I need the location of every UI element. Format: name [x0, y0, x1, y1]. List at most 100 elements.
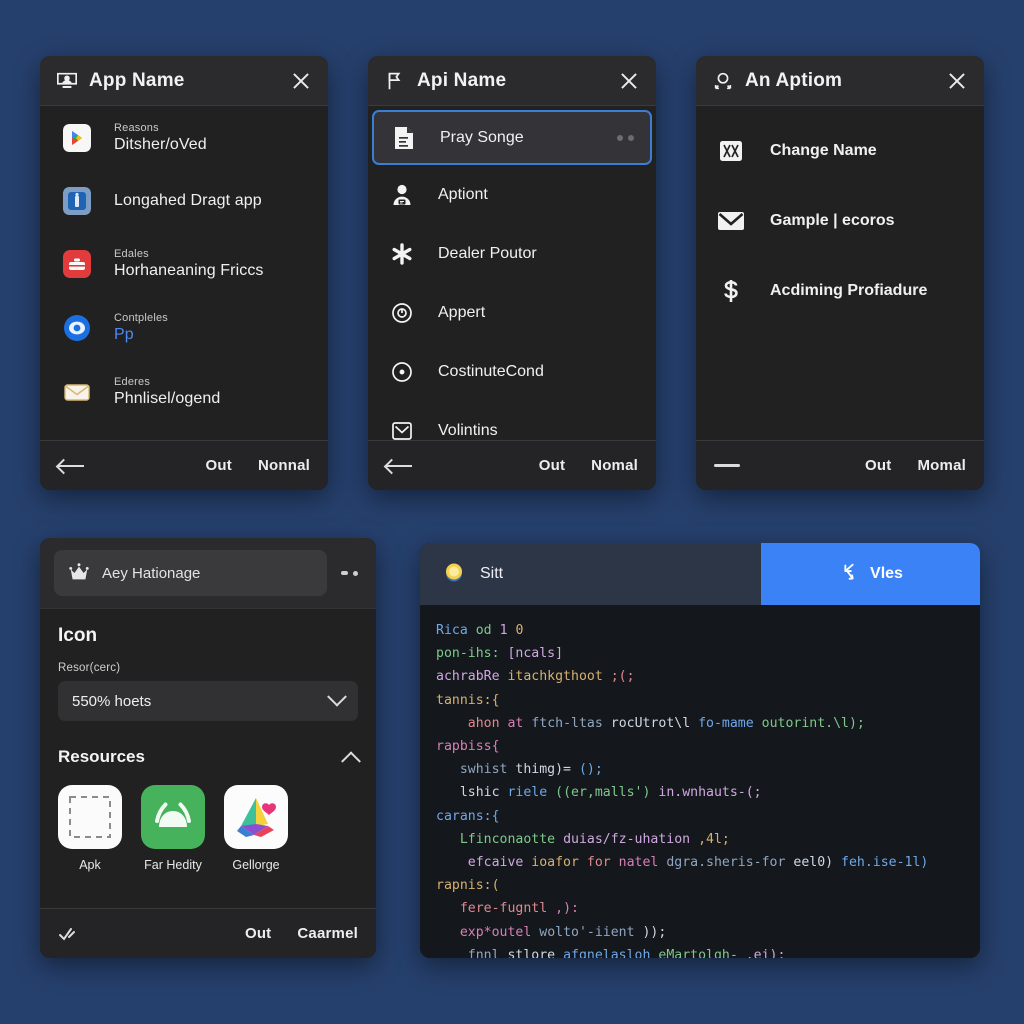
api-name-panel: Api Name Pray Songe Aptiont Dealer Pouto…: [368, 56, 656, 490]
api-name-panel-header: Api Name: [368, 56, 656, 106]
checkmark-icon[interactable]: [58, 926, 82, 942]
list-item[interactable]: CostinuteCond: [368, 342, 656, 401]
resource-tile-caption: Far Hedity: [144, 858, 202, 872]
list-item-subtitle: Edales: [114, 248, 149, 260]
search-input[interactable]: Aey Hationage: [54, 550, 327, 596]
flag-icon: [384, 70, 406, 92]
resource-tile[interactable]: Gellorge: [224, 785, 288, 872]
list-item[interactable]: Longahed Dragt app: [40, 170, 328, 232]
an-aptiom-panel-header: An Aptiom: [696, 56, 984, 106]
out-button[interactable]: Out: [539, 457, 565, 474]
vles-button-label: Vles: [870, 565, 903, 582]
list-item-subtitle: Ederes: [114, 376, 151, 388]
resource-tile-caption: Gellorge: [232, 858, 280, 872]
more-options-icon[interactable]: [341, 570, 358, 576]
panel-title: App Name: [89, 69, 185, 91]
screen-root: App Name Reasons Ditsher/oVed Longahed D…: [0, 0, 1024, 1024]
nomal-button[interactable]: Nomal: [591, 457, 638, 474]
list-item[interactable]: Contpleles Pp: [40, 296, 328, 360]
detail-panel-header: Aey Hationage: [40, 538, 376, 609]
vles-button[interactable]: Vles: [761, 543, 980, 605]
colorful-prism-icon: [224, 785, 288, 849]
two-dots-icon[interactable]: [617, 134, 634, 141]
search-input-value: Aey Hationage: [102, 564, 201, 582]
list-item-label: CostinuteCond: [438, 362, 544, 380]
cancel-button[interactable]: Caarmel: [297, 925, 358, 942]
resource-tile-caption: Apk: [79, 858, 101, 872]
list-item-label: Aptiont: [438, 185, 488, 203]
dash-icon[interactable]: [714, 464, 740, 467]
target-ring-icon: [388, 302, 416, 324]
api-name-panel-footer: Out Nomal: [368, 440, 656, 490]
detail-panel: Aey Hationage Icon Resor(cerc) 550% hoet…: [40, 538, 376, 958]
out-button[interactable]: Out: [206, 457, 232, 474]
list-item-label: Volintins: [438, 421, 498, 439]
list-item[interactable]: Ederes Phnlisel/ogend: [40, 360, 328, 424]
an-aptiom-panel: An Aptiom Change Name Gample | ecoros Ac…: [696, 56, 984, 490]
app-name-panel-header: App Name: [40, 56, 328, 106]
list-item-selected[interactable]: Pray Songe: [372, 110, 652, 165]
resource-tile[interactable]: Apk: [58, 785, 122, 872]
list-item-label: Appert: [438, 303, 486, 321]
dot-circle-icon: [388, 361, 416, 383]
close-icon[interactable]: [290, 70, 312, 92]
list-item-label: Pp: [114, 326, 134, 343]
list-item-subtitle: Contpleles: [114, 312, 168, 324]
mail-icon: [716, 210, 746, 232]
list-item-label: Ditsher/oVed: [114, 136, 207, 153]
list-item[interactable]: Appert: [368, 283, 656, 342]
list-item[interactable]: Acdiming Profiadure: [696, 256, 984, 326]
list-item[interactable]: Edales Horhaneaning Friccs: [40, 232, 328, 296]
back-arrow-icon[interactable]: [58, 458, 84, 474]
out-button[interactable]: Out: [865, 457, 891, 474]
resolution-select[interactable]: 550% hoets: [58, 681, 358, 721]
shuffle-box-icon: [716, 138, 746, 164]
code-panel-title: Sitt: [480, 565, 504, 582]
list-item[interactable]: Change Name: [696, 116, 984, 186]
list-item-label: Change Name: [770, 142, 877, 159]
detail-panel-footer: Out Caarmel: [40, 908, 376, 958]
code-panel-header: Sitt Vles: [420, 543, 980, 605]
list-item[interactable]: Reasons Ditsher/oVed: [40, 106, 328, 170]
user-swap-icon: [712, 70, 734, 92]
list-item-label: Phnlisel/ogend: [114, 390, 221, 407]
momal-button[interactable]: Momal: [917, 457, 966, 474]
field-label: Resor(cerc): [58, 662, 121, 674]
list-item-label: Pray Songe: [440, 128, 524, 146]
back-arrow-icon[interactable]: [386, 458, 412, 474]
app-name-list: Reasons Ditsher/oVed Longahed Dragt app: [40, 106, 328, 440]
an-aptiom-list: Change Name Gample | ecoros Acdiming Pro…: [696, 106, 984, 440]
person-badge-icon: [388, 183, 416, 207]
out-button[interactable]: Out: [245, 925, 271, 942]
code-panel-title-area: Sitt: [420, 543, 761, 605]
list-item-subtitle: Reasons: [114, 122, 159, 134]
bluebox-icon: [62, 187, 92, 215]
dashed-placeholder-icon: [58, 785, 122, 849]
detail-panel-body: Icon Resor(cerc) 550% hoets Resources Ap…: [40, 609, 376, 908]
list-item[interactable]: Volintins: [368, 401, 656, 440]
crown-icon: [68, 562, 90, 584]
close-icon[interactable]: [946, 70, 968, 92]
list-item-label: Acdiming Profiadure: [770, 282, 928, 299]
list-item[interactable]: Dealer Poutor: [368, 224, 656, 283]
list-item-label: Dealer Poutor: [438, 244, 537, 262]
chevron-up-icon: [341, 751, 361, 772]
list-item[interactable]: Aptiont: [368, 165, 656, 224]
list-item[interactable]: Gample | ecoros: [696, 186, 984, 256]
chevron-down-icon: [327, 686, 347, 707]
list-item-label: Longahed Dragt app: [114, 192, 262, 209]
play-store-icon: [62, 124, 92, 152]
document-icon: [390, 126, 418, 150]
panel-title: Api Name: [417, 69, 507, 91]
resource-tiles: Apk Far Hedity Gellorge: [58, 785, 358, 886]
resources-title: Resources: [58, 747, 145, 766]
resources-section-header[interactable]: Resources: [58, 747, 361, 772]
list-item-label: Horhaneaning Friccs: [114, 262, 264, 279]
panel-title: An Aptiom: [745, 69, 843, 91]
normal-button[interactable]: Nonnal: [258, 457, 310, 474]
resource-tile[interactable]: Far Hedity: [141, 785, 205, 872]
sun-icon: [442, 560, 466, 589]
code-panel: Sitt Vles Rica od 1 0 pon-ihs: [ncals] a…: [420, 543, 980, 958]
asterisk-icon: [388, 242, 416, 265]
close-icon[interactable]: [618, 70, 640, 92]
